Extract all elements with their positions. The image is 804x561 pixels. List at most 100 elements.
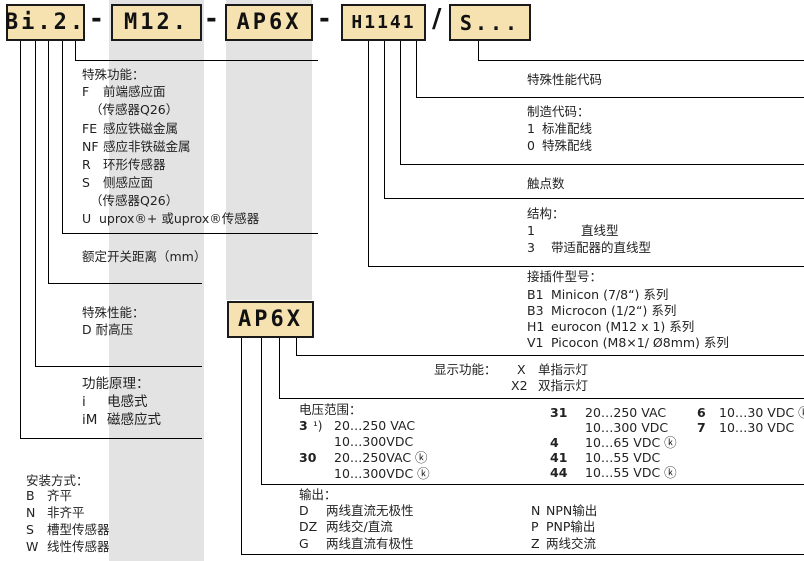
- option-code: Z: [531, 536, 540, 551]
- connector-title: 接插件型号：: [527, 269, 603, 284]
- voltage-range: 10…300VDC ⓚ: [334, 466, 430, 481]
- voltage-code: 3: [299, 418, 308, 433]
- connector-line: [241, 554, 804, 555]
- option-code: FE: [82, 121, 98, 136]
- voltage-code: 44: [550, 465, 568, 480]
- option-text: Picocon (M8×1/ Ø8mm) 系列: [551, 335, 729, 350]
- display-function-title: 显示功能：: [434, 362, 497, 377]
- connector-line: [368, 41, 369, 267]
- option-code: H1: [527, 319, 545, 334]
- special-property-title: 特殊性能：: [82, 305, 145, 320]
- connector-line: [384, 41, 385, 199]
- connector-line: [416, 97, 804, 98]
- option-text: PNP输出: [546, 519, 596, 534]
- manufacture-code-title: 制造代码：: [527, 104, 590, 119]
- voltage-code: 6: [697, 405, 706, 420]
- voltage-range: 10…300VDC: [334, 434, 414, 449]
- option-code: 1: [527, 223, 535, 238]
- voltage-range: 20…250VAC ⓚ: [334, 450, 428, 465]
- option-code: B: [26, 488, 35, 503]
- option-code: N: [26, 505, 36, 520]
- voltage-title: 电压范围：: [299, 402, 362, 417]
- option-text: 特殊配线: [542, 138, 593, 153]
- voltage-range: 10…30 VDC: [719, 420, 795, 435]
- connector-line: [384, 198, 804, 199]
- option-code: 1: [527, 121, 535, 136]
- option-text: （传感器Q26）: [90, 102, 179, 117]
- output-title: 输出：: [299, 487, 337, 502]
- option-code: i: [82, 394, 86, 410]
- connector-line: [478, 60, 804, 61]
- code-box-m12: M12.: [111, 4, 202, 41]
- option-code: S: [82, 175, 90, 190]
- option-text: 两线直流有极性: [326, 536, 414, 551]
- option-text: 槽型传感器: [47, 522, 110, 537]
- connector-line: [20, 438, 202, 439]
- option-text: 感应铁磁金属: [103, 121, 179, 136]
- option-code: 3: [527, 240, 535, 255]
- code-separator-2: -: [206, 4, 217, 34]
- contact-count-label: 触点数: [527, 176, 565, 191]
- connector-line: [261, 484, 804, 485]
- option-code: iM: [82, 412, 98, 428]
- option-text: 齐平: [47, 488, 73, 503]
- option-text: （传感器Q26）: [90, 193, 179, 208]
- connector-line: [296, 355, 804, 356]
- code-separator-4: /: [432, 4, 442, 34]
- structure-title: 结构：: [527, 206, 565, 221]
- option-code: 0: [527, 138, 535, 153]
- voltage-code: 31: [550, 405, 568, 420]
- shade-band-ap6x: [226, 0, 312, 300]
- option-text: 两线直流无极性: [326, 503, 414, 518]
- option-code: P: [531, 519, 539, 534]
- code-box-bi2: Bi.2.: [5, 4, 85, 41]
- connector-line: [35, 366, 202, 367]
- option-text: 非齐平: [47, 505, 85, 520]
- option-text: 侧感应面: [103, 175, 154, 190]
- mounting-title: 安装方式：: [26, 473, 89, 488]
- connector-line: [62, 233, 318, 234]
- option-code: NF: [82, 139, 99, 154]
- option-text: 单指示灯: [538, 362, 589, 377]
- connector-line: [261, 338, 262, 485]
- option-code: X2: [511, 378, 528, 393]
- code-box-s: S...: [449, 4, 531, 41]
- connector-line: [478, 41, 479, 60]
- voltage-range: 20…250 VAC: [334, 418, 416, 433]
- option-text: 标准配线: [542, 121, 593, 136]
- voltage-code: 4: [550, 435, 559, 450]
- option-text: 线性传感器: [47, 539, 110, 554]
- special-property-item: D 耐高压: [82, 322, 134, 337]
- connector-line: [75, 41, 76, 61]
- option-code: W: [26, 539, 39, 554]
- connector-line: [48, 41, 49, 284]
- option-text: 双指示灯: [538, 378, 589, 393]
- special-property-code-label: 特殊性能代码: [527, 72, 603, 87]
- option-code: N: [531, 503, 541, 518]
- connector-line: [400, 164, 804, 165]
- connector-line: [20, 41, 21, 439]
- voltage-range: 10…55 VDC: [585, 450, 661, 465]
- connector-line: [400, 41, 401, 165]
- option-code: R: [82, 157, 91, 172]
- connector-line: [35, 41, 36, 367]
- option-text: 电感式: [107, 394, 148, 410]
- option-text: eurocon (M12 x 1) 系列: [551, 319, 695, 334]
- option-text: 环形传感器: [103, 157, 166, 172]
- option-text: 感应非铁磁金属: [103, 139, 191, 154]
- voltage-range: 20…250 VAC: [585, 405, 667, 420]
- option-text: uprox®+ 或uprox®传感器: [99, 211, 260, 226]
- voltage-code: 30: [299, 450, 317, 465]
- connector-line: [368, 266, 804, 267]
- option-text: 带适配器的直线型: [551, 240, 652, 255]
- option-code: D: [299, 503, 309, 518]
- voltage-code: 41: [550, 450, 568, 465]
- type-code-diagram: Bi.2. - M12. - AP6X - H1141 / S... AP6X …: [0, 0, 804, 561]
- code-box-ap6x: AP6X: [225, 4, 313, 41]
- option-code: F: [82, 84, 90, 99]
- option-code: U: [82, 211, 92, 226]
- option-text: Microcon (1/2“) 系列: [551, 303, 677, 318]
- connector-line: [241, 338, 242, 555]
- option-code: DZ: [299, 519, 318, 534]
- option-text: Minicon (7/8“) 系列: [551, 287, 669, 302]
